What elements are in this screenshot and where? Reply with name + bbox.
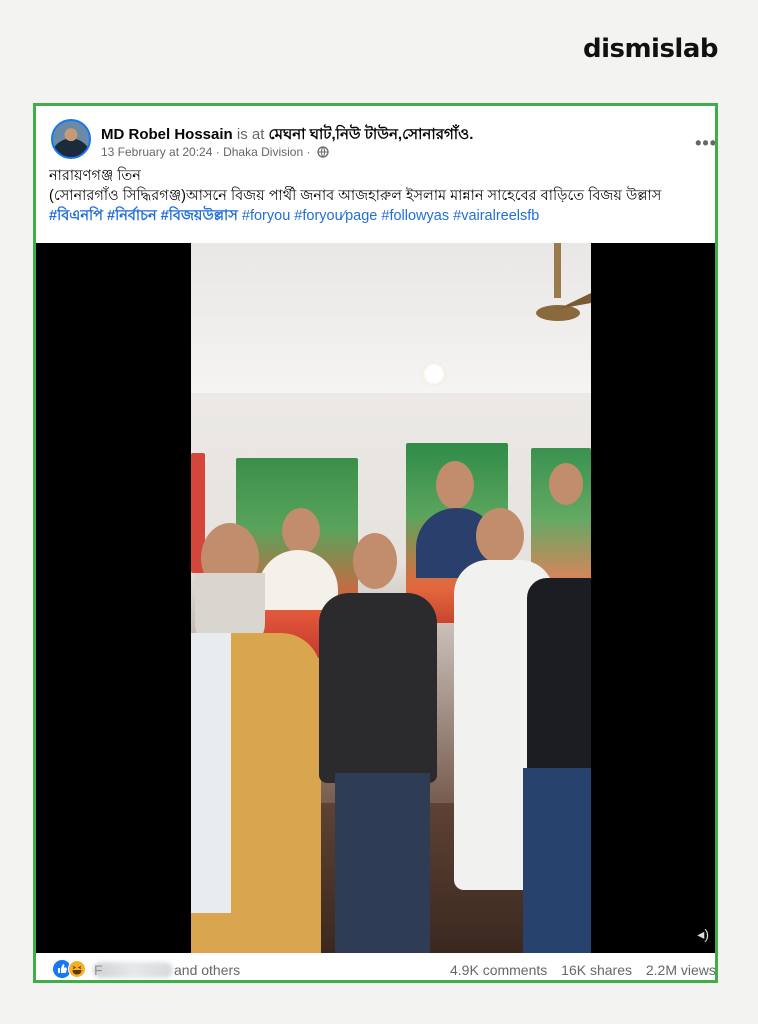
ceiling <box>191 243 591 393</box>
hashtag[interactable]: #বিজয়উল্লাস <box>161 208 238 224</box>
meta-separator: · <box>306 145 311 159</box>
volume-icon[interactable]: ◂) <box>697 926 709 943</box>
reaction-icons[interactable] <box>53 960 86 979</box>
is-at-text: is at <box>236 126 265 143</box>
hashtag[interactable]: #followyas <box>381 208 449 224</box>
globe-icon <box>317 146 329 161</box>
hashtag[interactable]: #foryou⁄page <box>294 208 377 224</box>
ceiling-light <box>421 361 447 387</box>
more-options-button[interactable]: ••• <box>695 133 715 154</box>
views-count: 2.2M views <box>645 962 715 978</box>
post-place: Dhaka Division <box>223 145 304 159</box>
shares-count[interactable]: 16K shares <box>561 962 632 978</box>
hashtag[interactable]: #foryou <box>242 208 290 224</box>
hashtag[interactable]: #নির্বাচন <box>107 208 157 224</box>
redacted-name <box>93 962 173 978</box>
video-frame <box>191 243 591 953</box>
hashtag[interactable]: #বিএনপি <box>49 208 103 224</box>
author-avatar[interactable] <box>51 119 91 159</box>
checkin-location[interactable]: মেঘনা ঘাট,নিউ টাউন,সোনারগাঁও. <box>269 126 474 143</box>
brand-logo: dismislab <box>582 34 719 64</box>
caption-body: (সোনারগাঁও সিদ্ধিরগঞ্জ)আসনে বিজয় পার্থী… <box>49 186 703 226</box>
caption-line: (সোনারগাঁও সিদ্ধিরগঞ্জ)আসনে বিজয় পার্থী… <box>49 188 662 204</box>
haha-icon <box>68 960 86 979</box>
comments-count[interactable]: 4.9K comments <box>450 962 547 978</box>
video-player[interactable]: ◂) <box>36 243 715 953</box>
post-footer: F and others 4.9K comments 16K shares 2.… <box>36 957 715 980</box>
hashtag[interactable]: #vairalreelsfb <box>453 208 539 224</box>
and-others-text[interactable]: and others <box>174 962 240 978</box>
reactor-name: F <box>94 962 103 978</box>
facebook-post-card: MD Robel Hossain is at মেঘনা ঘাট,নিউ টাউ… <box>33 103 718 983</box>
hashtag-text: #foryou <box>294 208 343 224</box>
meta-separator: · <box>215 145 220 159</box>
post-meta: 13 February at 20:24 · Dhaka Division · <box>101 145 329 161</box>
post-timestamp[interactable]: 13 February at 20:24 <box>101 145 212 159</box>
post-stats: 4.9K comments 16K shares 2.2M views <box>440 962 715 978</box>
author-name[interactable]: MD Robel Hossain <box>101 126 233 143</box>
post-caption: নারায়ণগঞ্জ তিন (সোনারগাঁও সিদ্ধিরগঞ্জ)আ… <box>49 166 703 226</box>
ceiling-fan <box>536 243 591 321</box>
person <box>301 533 441 953</box>
hashtag-text: page <box>345 208 378 224</box>
caption-line: নারায়ণগঞ্জ তিন <box>49 168 141 184</box>
person <box>521 578 591 953</box>
post-header: MD Robel Hossain is at মেঘনা ঘাট,নিউ টাউ… <box>51 119 715 167</box>
